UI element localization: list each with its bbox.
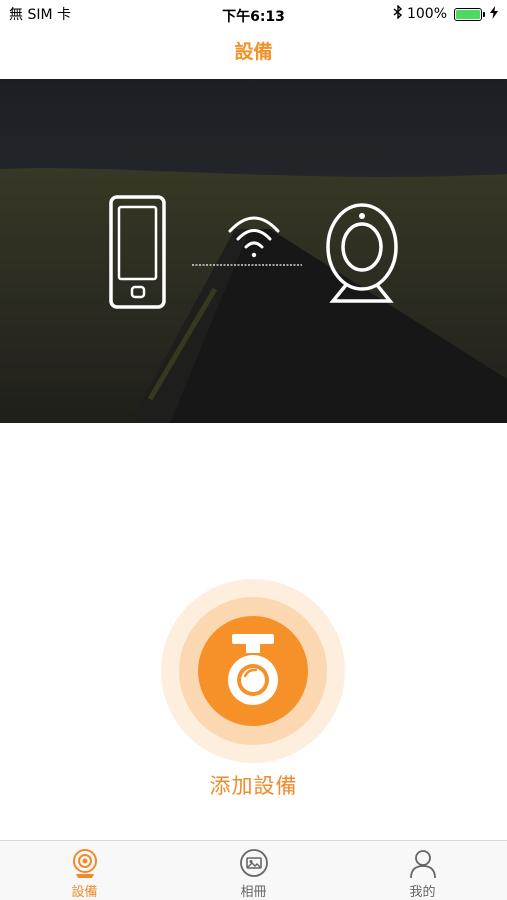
status-time: 下午6:13 — [222, 9, 285, 25]
wifi-icon — [228, 216, 280, 258]
add-device-label[interactable]: 添加設備 — [0, 770, 507, 800]
profile-icon — [409, 850, 436, 879]
tab-profile[interactable]: 我的 — [338, 841, 507, 900]
connection-illustration — [109, 195, 398, 309]
camera-icon — [326, 203, 398, 303]
tab-album-label: 相冊 — [240, 885, 267, 900]
tab-album[interactable]: 相冊 — [169, 841, 338, 900]
hero-banner — [0, 79, 507, 423]
tab-devices[interactable]: 設備 — [0, 841, 169, 900]
page-title: 設備 — [234, 41, 273, 63]
tab-bar: 設備 相冊 我的 — [0, 840, 507, 900]
album-icon — [239, 849, 268, 877]
dashcam-icon — [228, 634, 278, 705]
battery-icon — [454, 7, 485, 21]
tab-profile-label: 我的 — [409, 885, 436, 900]
status-bar: 無 SIM 卡 下午6:13 100% — [0, 0, 507, 28]
phone-icon — [109, 195, 166, 309]
add-device-button[interactable] — [161, 579, 345, 763]
add-device-core — [198, 616, 308, 726]
device-camera-icon — [72, 849, 97, 878]
tab-devices-label: 設備 — [71, 885, 98, 900]
